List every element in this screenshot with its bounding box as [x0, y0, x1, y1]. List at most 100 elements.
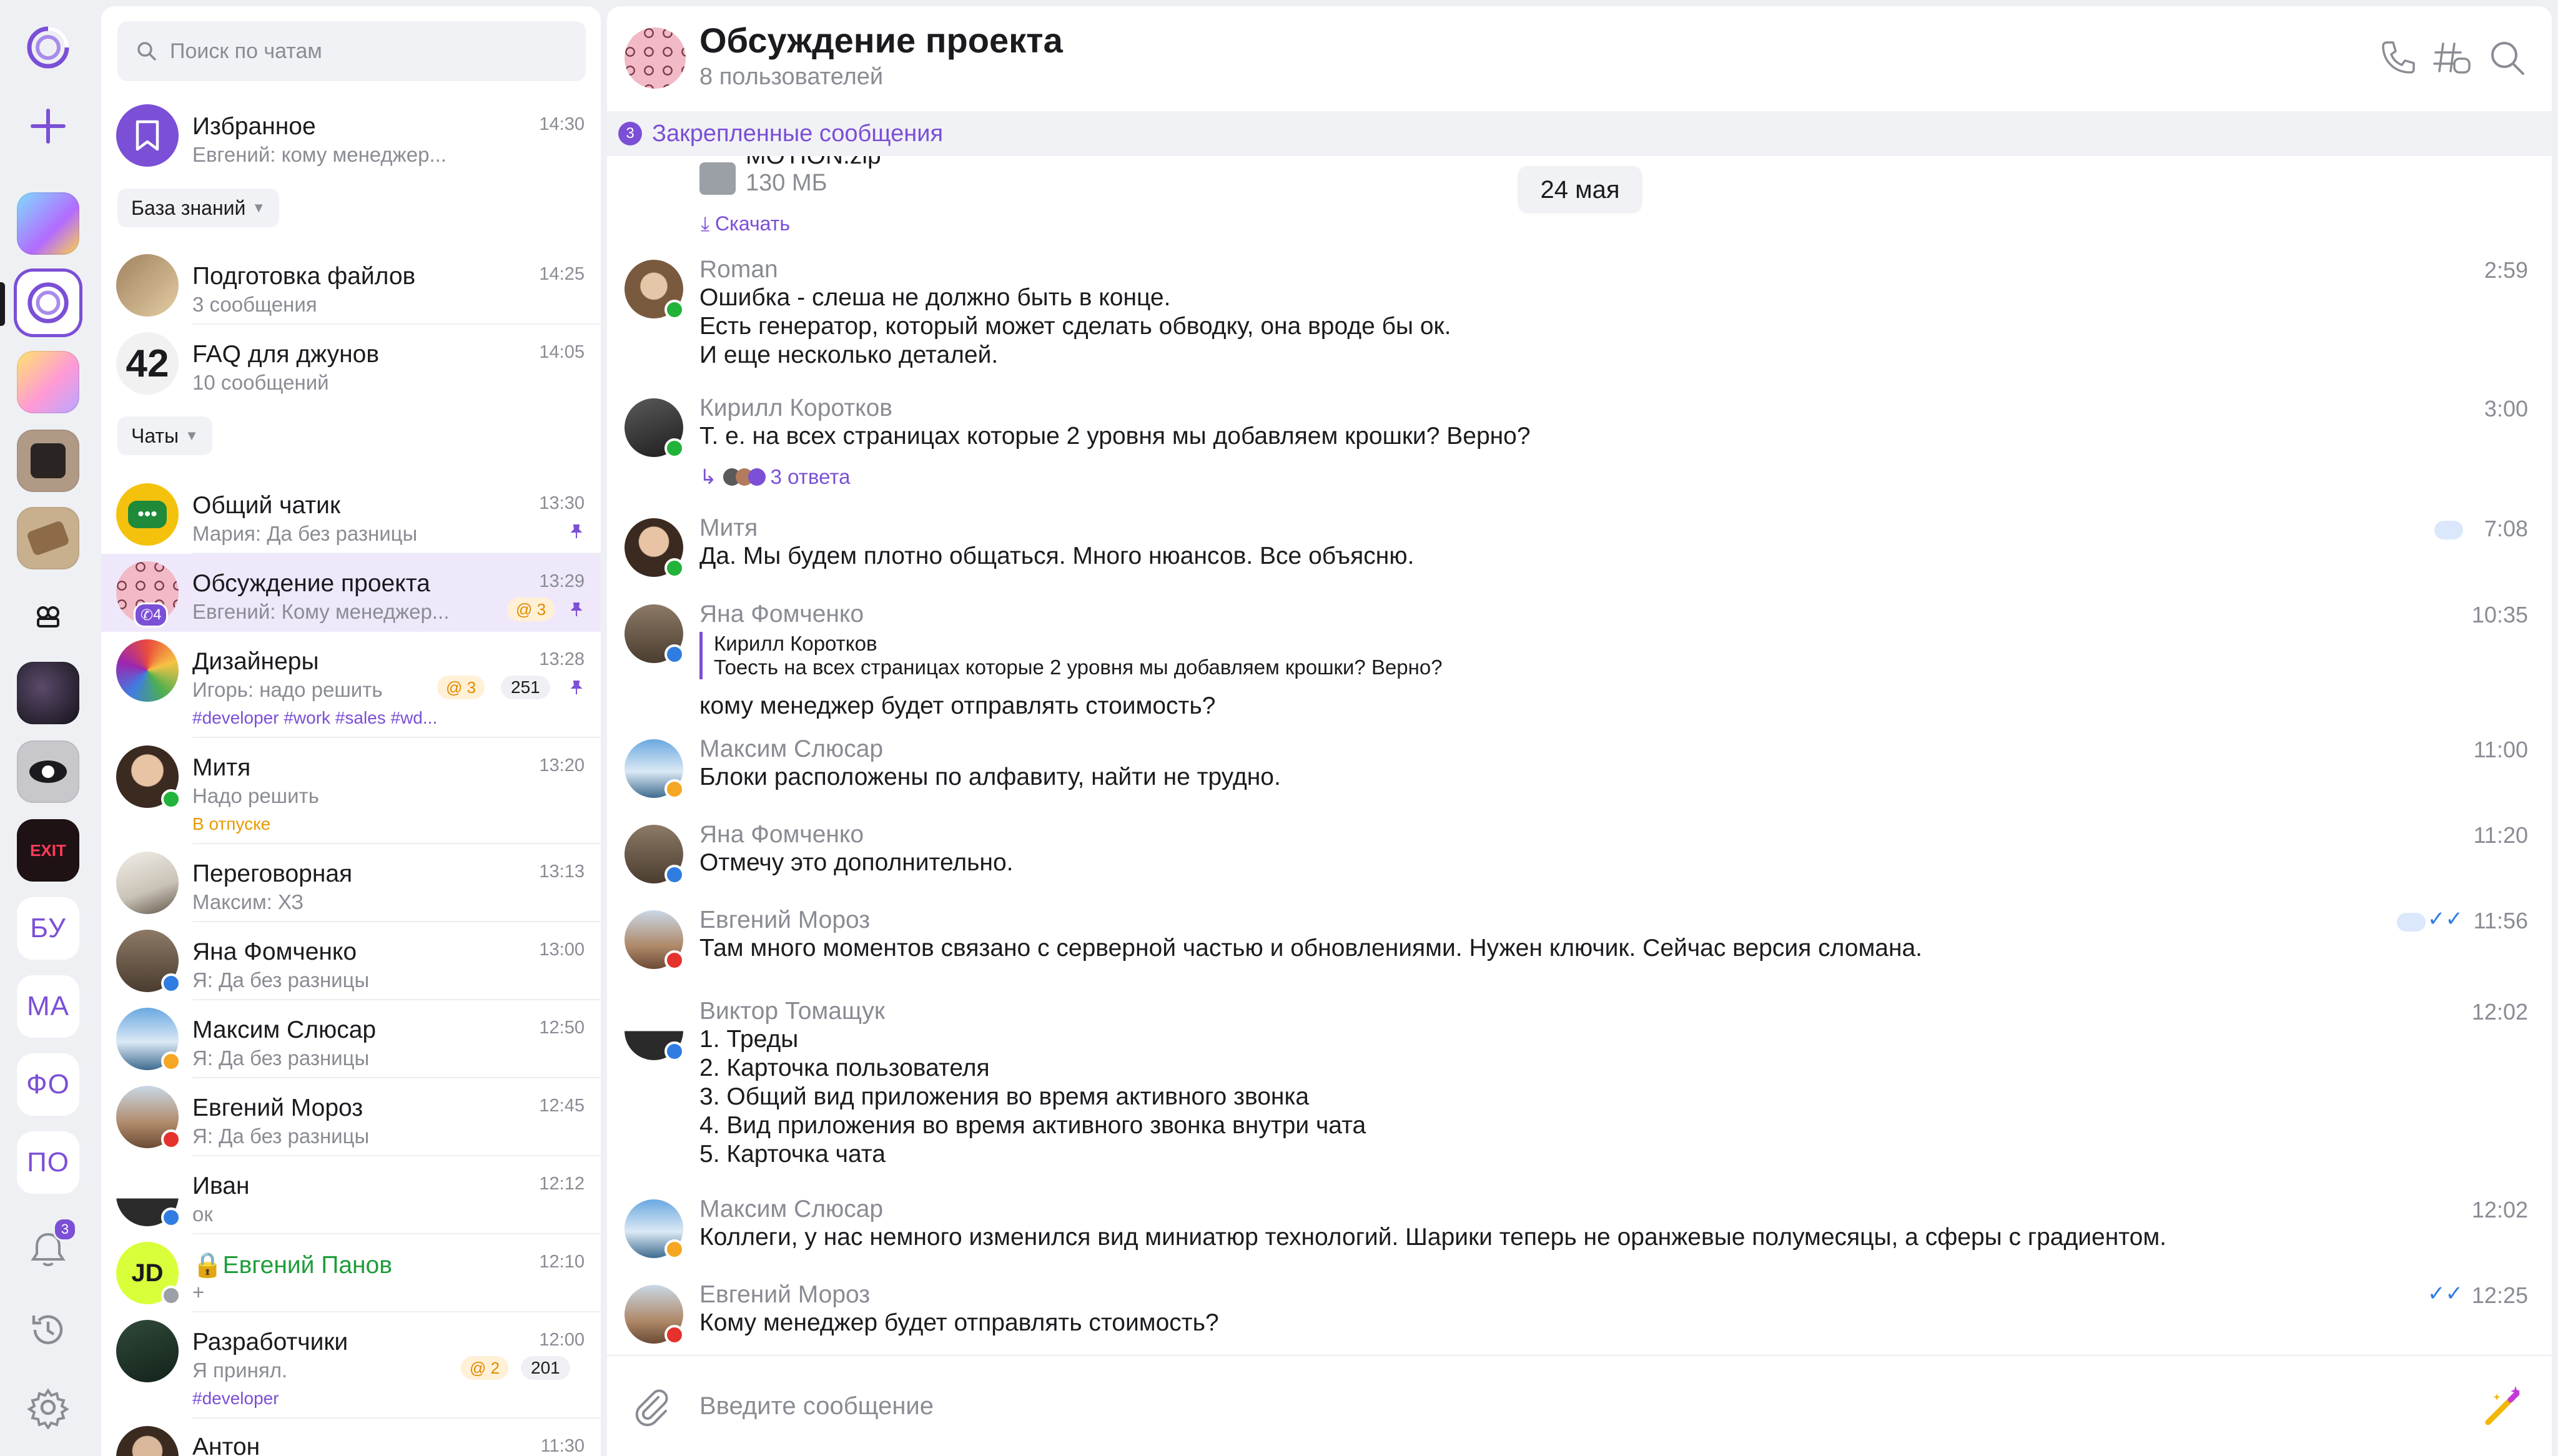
message-author[interactable]: Митя [699, 514, 758, 542]
chat-row-meeting-room[interactable]: Переговорная Максим: ХЗ 13:13 [101, 844, 601, 922]
avatar[interactable] [625, 260, 684, 320]
avatar[interactable] [625, 518, 684, 578]
chat-title: Евгений Мороз [192, 1094, 363, 1121]
workspace-tile-current[interactable] [17, 272, 79, 334]
paperclip-icon[interactable] [628, 1384, 672, 1427]
avatar[interactable] [625, 739, 684, 799]
avatar[interactable] [625, 1285, 684, 1345]
avatar[interactable] [625, 825, 684, 885]
settings-button[interactable] [17, 1376, 79, 1439]
message[interactable]: Roman Ошибка - слеша не должно быть в ко… [607, 256, 2552, 393]
chat-title[interactable]: Обсуждение проекта [699, 20, 1063, 61]
chat-row-yana[interactable]: Яна Фомченко Я: Да без разницы 13:00 [101, 922, 601, 1000]
search-icon[interactable] [2486, 36, 2529, 80]
quoted-message[interactable]: Кирилл Коротков Тоесть на всех страницах… [699, 632, 1443, 679]
read-by-indicator [2434, 521, 2463, 539]
notifications-badge: 3 [53, 1217, 77, 1241]
workspace-tile-7[interactable] [17, 662, 79, 724]
message[interactable]: Митя Да. Мы будем плотно общаться. Много… [607, 514, 2552, 589]
workspace-tile-5[interactable] [17, 507, 79, 569]
section-knowledge-base[interactable]: База знаний ▼ [117, 189, 280, 227]
avatar[interactable] [625, 398, 684, 458]
message-author[interactable]: Roman [699, 256, 778, 283]
add-workspace-button[interactable] [17, 95, 79, 157]
message[interactable]: Евгений Мороз Кому менеджер будет отправ… [607, 1281, 2552, 1356]
chat-row-ivan[interactable]: Иван ок 12:12 [101, 1156, 601, 1234]
avatar[interactable] [625, 604, 684, 664]
workspace-tile-bu[interactable]: БУ [17, 897, 79, 960]
chat-row-project[interactable]: ✆ 4 Обсуждение проекта Евгений: Кому мене… [101, 554, 601, 632]
chat-preview: Я: Да без разницы [192, 1046, 370, 1070]
message-text: 1. Треды 2. Карточка пользователя 3. Общ… [699, 1026, 1366, 1168]
message[interactable]: Максим Слюсар Блоки расположены по алфав… [607, 735, 2552, 810]
mention-badge: @ 3 [437, 676, 485, 699]
workspace-tile-6[interactable] [17, 584, 79, 647]
chat-row-developers[interactable]: Разработчики Я принял. #developer 12:00 … [101, 1312, 601, 1419]
phone-icon[interactable] [2376, 36, 2419, 80]
message[interactable]: Евгений Мороз Там много моментов связано… [607, 907, 2552, 988]
avatar[interactable] [625, 910, 684, 970]
chat-avatar[interactable] [625, 27, 686, 89]
chat-title: Подготовка файлов [192, 263, 416, 290]
avatar[interactable] [625, 1001, 684, 1061]
message-author[interactable]: Виктор Томащук [699, 998, 885, 1025]
workspace-tile-ma[interactable]: МА [17, 975, 79, 1038]
message-input[interactable]: Введите сообщение [699, 1392, 934, 1420]
message[interactable]: Яна Фомченко 10:35 Кирилл Коротков Тоест… [607, 601, 2552, 726]
chat-row-maxim[interactable]: Максим Слюсар Я: Да без разницы 12:50 [101, 1000, 601, 1078]
chat-row-evgeny-panov[interactable]: ЈD 🔒Евгений Панов + 12:10 [101, 1234, 601, 1312]
message-author[interactable]: Яна Фомченко [699, 821, 864, 849]
download-link[interactable]: ⤓ Скачать [701, 212, 790, 236]
notifications-button[interactable]: 3 [17, 1217, 79, 1281]
app-logo-icon[interactable] [17, 16, 79, 79]
chat-row-anton[interactable]: Антон 11:30 [101, 1419, 601, 1456]
pinned-messages-bar[interactable]: 3 Закрепленные сообщения [607, 111, 2552, 156]
pinned-count-badge: 3 [618, 122, 642, 145]
chat-preview: Максим: ХЗ [192, 890, 304, 913]
workspace-tile-8[interactable] [17, 740, 79, 803]
message[interactable]: Виктор Томащук 1. Треды 2. Карточка поль… [607, 998, 2552, 1185]
avatar [116, 1320, 179, 1382]
chat-row-mitya[interactable]: Митя Надо решить В отпуске 13:20 [101, 738, 601, 844]
message[interactable]: Кирилл Коротков Т. е. на всех страницах … [607, 395, 2552, 507]
history-button[interactable] [17, 1299, 79, 1361]
message-time: 11:20 [2473, 822, 2528, 848]
search-input[interactable]: Поиск по чатам [117, 21, 586, 81]
message-author[interactable]: Евгений Мороз [699, 1281, 870, 1309]
avatar: ЈD [116, 1242, 181, 1306]
message-author[interactable]: Яна Фомченко [699, 601, 864, 628]
avatar[interactable] [625, 1199, 684, 1259]
chat-row-general[interactable]: ••• Общий чатик Мария: Да без разницы 13… [101, 476, 601, 554]
message-author[interactable]: Кирилл Коротков [699, 395, 892, 422]
chat-time: 12:10 [539, 1252, 585, 1272]
status-online [664, 438, 684, 458]
chat-row-designers[interactable]: Дизайнеры Игорь: надо решить #developer … [101, 632, 601, 738]
workspace-tile-fo[interactable]: ФО [17, 1053, 79, 1116]
section-chats[interactable]: Чаты ▼ [117, 416, 212, 455]
message[interactable]: Максим Слюсар Коллеги, у нас немного изм… [607, 1196, 2552, 1271]
message[interactable]: Яна Фомченко Отмечу это дополнительно. 1… [607, 821, 2552, 896]
workspace-tile-3[interactable] [17, 351, 79, 413]
message-author[interactable]: Евгений Мороз [699, 907, 870, 934]
workspace-tile-po[interactable]: ПО [17, 1131, 79, 1194]
avatar [116, 1426, 179, 1456]
status-away [664, 1239, 684, 1259]
chat-row-faq[interactable]: 42 FAQ для джунов 10 сообщений 14:05 [101, 325, 601, 403]
workspace-tile-1[interactable] [17, 192, 79, 255]
thread-replies-link[interactable]: ↳ 3 ответа [699, 465, 850, 489]
chat-title: FAQ для джунов [192, 341, 380, 368]
threads-icon[interactable] [2429, 36, 2473, 80]
chat-row-favorites[interactable]: Избранное Евгений: кому менеджер... 14:3… [101, 97, 601, 175]
chat-row-evgeny-moroz[interactable]: Евгений Мороз Я: Да без разницы 12:45 [101, 1078, 601, 1156]
chat-members-count[interactable]: 8 пользователей [699, 64, 883, 91]
chat-time: 12:00 [539, 1330, 585, 1350]
magic-wand-icon[interactable] [2479, 1381, 2529, 1431]
chat-row-files[interactable]: Подготовка файлов 3 сообщения 14:25 [101, 247, 601, 325]
workspace-tile-4[interactable] [17, 430, 79, 492]
status-away [664, 779, 684, 799]
chat-header: Обсуждение проекта 8 пользователей [607, 6, 2552, 109]
message-author[interactable]: Максим Слюсар [699, 1196, 883, 1223]
message-author[interactable]: Максим Слюсар [699, 735, 883, 763]
file-icon [699, 162, 736, 195]
workspace-tile-9[interactable]: EXIT [17, 819, 79, 882]
